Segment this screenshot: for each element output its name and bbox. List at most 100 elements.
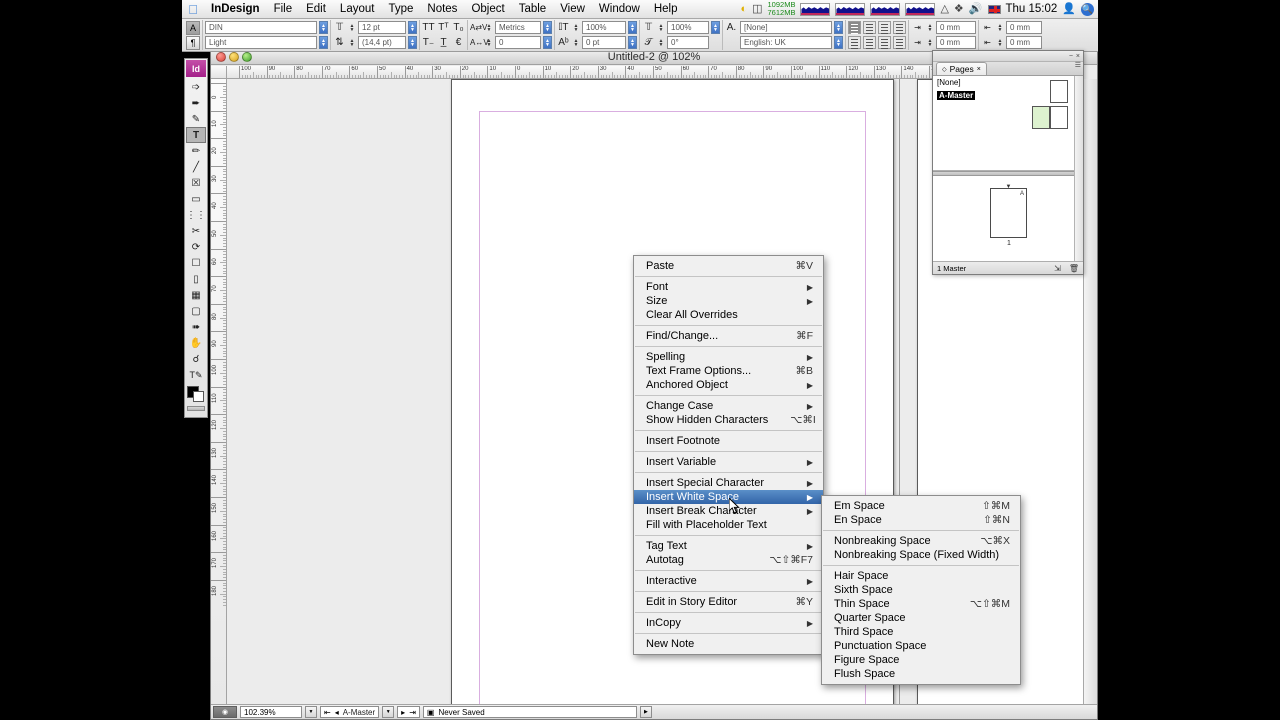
underline-icon[interactable]: T̲: [437, 37, 450, 48]
context-menu[interactable]: Paste ⌘V Font ▶ Size ▶ Clear All Overrides Find…: [633, 255, 824, 655]
context-menu-item[interactable]: Insert Special Character ▶: [634, 476, 823, 490]
save-status-dropdown[interactable]: ▶: [639, 706, 652, 718]
context-menu-item[interactable]: InCopy ▶: [634, 616, 823, 630]
hscale-dropdown[interactable]: ▲ ▼: [628, 36, 637, 49]
close-panel-icon[interactable]: ×: [1076, 53, 1080, 60]
note-tool[interactable]: T✎: [186, 367, 206, 383]
eyedropper-tool[interactable]: ➠: [186, 319, 206, 335]
first-indent-field[interactable]: 0 mm: [936, 36, 976, 49]
all-caps-icon[interactable]: TT: [422, 22, 435, 33]
submenu-item[interactable]: Figure Space: [822, 653, 1020, 667]
airport-wifi-icon[interactable]: △: [940, 3, 948, 15]
character-style-field[interactable]: [None]: [740, 21, 832, 34]
font-size-stepper[interactable]: ▲ ▼: [348, 21, 356, 34]
context-menu-item[interactable]: Edit in Story Editor ⌘Y: [634, 595, 823, 609]
context-menu-item[interactable]: New Note: [634, 637, 823, 651]
cpu-graph-3[interactable]: [870, 2, 901, 16]
selection-tool[interactable]: ➩: [186, 79, 206, 95]
last-indent-field[interactable]: 0 mm: [1006, 36, 1042, 49]
context-menu-item[interactable]: Font ▶: [634, 280, 823, 294]
submenu-item[interactable]: Flush Space: [822, 667, 1020, 681]
small-caps-icon[interactable]: Tᵀ: [437, 22, 450, 33]
justify-all-button[interactable]: [878, 36, 891, 49]
leading-stepper[interactable]: ▲ ▼: [348, 36, 356, 49]
scissors-tool[interactable]: ✂: [186, 223, 206, 239]
leading-dropdown[interactable]: ▲ ▼: [408, 36, 417, 49]
character-style-dropdown[interactable]: ▲ ▼: [834, 21, 843, 34]
type-tool[interactable]: T: [186, 127, 206, 143]
font-style-dropdown[interactable]: ▲ ▼: [319, 36, 328, 49]
right-indent-stepper[interactable]: ▲ ▼: [996, 21, 1004, 34]
pencil-tool[interactable]: ✏: [186, 143, 206, 159]
page-navigator-next[interactable]: ▸ ⇥: [397, 706, 420, 718]
insert-white-space-submenu[interactable]: Em Space ⇧⌘M En Space ⇧⌘N Nonbreaking Space ⌥…: [821, 495, 1021, 685]
stroke-swatch[interactable]: [193, 391, 204, 402]
strikethrough-icon[interactable]: €: [452, 37, 465, 48]
subscript-icon[interactable]: T₋: [422, 37, 435, 48]
battery-icon[interactable]: ◫: [752, 3, 762, 15]
zoom-level-field[interactable]: 102.39%: [240, 706, 302, 718]
delete-page-icon[interactable]: 🗑: [1069, 264, 1079, 273]
submenu-item[interactable]: Hair Space: [822, 569, 1020, 583]
page-navigator[interactable]: ⇤ ◂ A-Master: [320, 706, 380, 718]
uk-flag-icon[interactable]: [987, 4, 1001, 14]
align-right-button[interactable]: [878, 21, 891, 34]
tab-pages[interactable]: ◇ Pages ×: [936, 62, 987, 75]
kerning-field[interactable]: Metrics: [495, 21, 541, 34]
cpu-graph-1[interactable]: [800, 2, 831, 16]
eject-icon[interactable]: ◐: [740, 3, 747, 15]
direct-selection-tool[interactable]: ➨: [186, 95, 206, 111]
preflight-icon[interactable]: ◉: [213, 706, 237, 718]
shear-tool[interactable]: ⋮⋮: [186, 207, 206, 223]
menu-type[interactable]: Type: [381, 0, 420, 19]
pen-tool[interactable]: ✎: [186, 111, 206, 127]
cpu-graph-2[interactable]: [835, 2, 866, 16]
menu-layout[interactable]: Layout: [333, 0, 382, 19]
zoom-level-dropdown[interactable]: ▼: [305, 706, 317, 718]
next-page-icon[interactable]: ▸: [401, 708, 405, 717]
vscale-stepper[interactable]: ▲ ▼: [572, 21, 580, 34]
justify-right-button[interactable]: [863, 36, 876, 49]
context-menu-item[interactable]: Find/Change... ⌘F: [634, 329, 823, 343]
context-menu-item[interactable]: Size ▶: [634, 294, 823, 308]
left-indent-field[interactable]: 0 mm: [936, 21, 976, 34]
free-transform-tool[interactable]: ☐: [186, 255, 206, 271]
vertical-ruler[interactable]: 0 10 20 30 40 50 60 70 80 90 100 110 120 130 140 150 160…: [211, 79, 227, 705]
context-menu-item[interactable]: Clear All Overrides: [634, 308, 823, 322]
screen-mode-button[interactable]: [187, 406, 205, 411]
align-spine-button[interactable]: [893, 36, 906, 49]
frame-tool[interactable]: ☒: [186, 175, 206, 191]
pages-list[interactable]: ▼ A 1: [933, 176, 1083, 261]
hand-tool[interactable]: ✋: [186, 335, 206, 351]
skew-stepper[interactable]: ▲ ▼: [657, 36, 665, 49]
menu-file[interactable]: File: [267, 0, 300, 19]
submenu-item[interactable]: Punctuation Space: [822, 639, 1020, 653]
context-menu-item[interactable]: Change Case ▶: [634, 399, 823, 413]
zoom-tool[interactable]: ☌: [186, 351, 206, 367]
previous-page-icon[interactable]: ◂: [335, 708, 339, 717]
context-menu-item[interactable]: Autotag ⌥⇧⌘F7: [634, 553, 823, 567]
vertical-scrollbar[interactable]: [1083, 79, 1097, 705]
context-menu-item[interactable]: Paste ⌘V: [634, 259, 823, 273]
context-menu-item[interactable]: Interactive ▶: [634, 574, 823, 588]
gradient-feather-tool[interactable]: ▦: [186, 287, 206, 303]
superscript-icon[interactable]: T₀: [452, 22, 465, 33]
font-family-field[interactable]: DIN: [205, 21, 317, 34]
volume-icon[interactable]: 🔊: [969, 3, 983, 15]
vertical-scale-field[interactable]: 100%: [582, 21, 626, 34]
page-navigator-dropdown[interactable]: ▼: [382, 706, 395, 718]
tracking-stepper[interactable]: ▲ ▼: [485, 36, 493, 49]
context-menu-item[interactable]: Insert Variable ▶: [634, 455, 823, 469]
button-tool[interactable]: ▢: [186, 303, 206, 319]
hscale-stepper[interactable]: ▲ ▼: [572, 36, 580, 49]
menu-notes[interactable]: Notes: [420, 0, 464, 19]
submenu-item[interactable]: Quarter Space: [822, 611, 1020, 625]
font-style-field[interactable]: Light: [205, 36, 317, 49]
menu-indesign[interactable]: InDesign: [204, 0, 267, 19]
context-menu-item[interactable]: Tag Text ▶: [634, 539, 823, 553]
language-dropdown[interactable]: ▲ ▼: [834, 36, 843, 49]
clock[interactable]: Thu 15:02: [1006, 3, 1058, 15]
save-status-field[interactable]: ▣ Never Saved: [422, 706, 637, 718]
character-formatting-icon[interactable]: A: [186, 20, 200, 35]
font-family-dropdown[interactable]: ▲ ▼: [319, 21, 328, 34]
